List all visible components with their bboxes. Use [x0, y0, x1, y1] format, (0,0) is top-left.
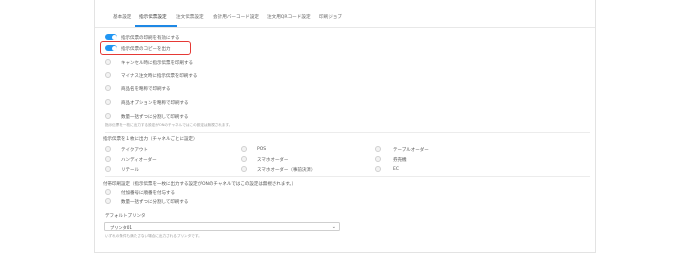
addon-section-heading: 付帯印刷設定（指示伝票を一枚に出力する設定がONのチャネルではこの設定は無視され… — [103, 181, 297, 187]
toggle-label-copy-output: 指示伝票のコピーを出力 — [121, 46, 171, 52]
channel-label-table-order: テーブルオーダー — [393, 147, 429, 153]
option-radio-abbrev-name[interactable] — [105, 85, 111, 91]
tab-order-qr[interactable]: 注文用QRコード設定 — [267, 14, 311, 20]
tab-order-slip[interactable]: 注文伝票設定 — [176, 14, 204, 20]
default-printer-select[interactable]: プリンタ01 ⌄ — [104, 222, 340, 231]
option-label-cancel: キャンセル時に指示伝票を印刷する — [121, 60, 193, 66]
tab-bar: 基本設定 指示伝票設定 注文伝票設定 会計用バーコード設定 注文用QRコード設定… — [95, 0, 595, 28]
active-tab-indicator — [135, 25, 177, 27]
option-label-abbrev-option: 商品オプションを略称で印刷する — [121, 100, 189, 106]
channel-label-takeout: テイクアウト — [121, 147, 148, 153]
channel-section-heading: 指示伝票を１枚に出力（チャネルごとに設定） — [103, 136, 198, 142]
divider — [105, 176, 590, 177]
tab-basic[interactable]: 基本設定 — [113, 14, 131, 20]
channel-label-pos: POS — [257, 146, 267, 152]
option-label-abbrev-name: 商品名を略称で印刷する — [121, 86, 171, 92]
option-radio-abbrev-option[interactable] — [105, 99, 111, 105]
channel-label-retail: リテール — [121, 167, 139, 173]
channel-label-smartphone-prepaid: スマホオーダー（事前決済） — [257, 167, 316, 173]
option-radio-cancel[interactable] — [105, 59, 111, 65]
channel-radio-takeout[interactable] — [105, 146, 111, 152]
tab-checkout-barcode[interactable]: 会計用バーコード設定 — [213, 14, 259, 20]
channel-radio-table-order[interactable] — [375, 146, 381, 152]
enable-slip-printing-toggle[interactable] — [105, 34, 117, 40]
option-note: 指示伝票を一枚に出力する設定がONのチャネルではこの設定は無視されます。 — [105, 122, 233, 127]
addon-label-sequence: 付加番号に順番を付与する — [121, 190, 175, 196]
option-radio-split-qty[interactable] — [105, 113, 111, 119]
channel-radio-smartphone-order[interactable] — [241, 156, 247, 162]
printer-help-text: いずれの条件も満たさない場合に出力されるプリンタです。 — [105, 233, 202, 238]
copy-output-toggle[interactable] — [105, 45, 117, 51]
option-label-minus: マイナス注文時に指示伝票を印刷する — [121, 73, 198, 79]
addon-radio-split-qty[interactable] — [105, 198, 111, 204]
channel-label-smartphone-order: スマホオーダー — [257, 157, 289, 163]
option-radio-minus[interactable] — [105, 72, 111, 78]
channel-radio-handy-order[interactable] — [105, 156, 111, 162]
channel-radio-retail[interactable] — [105, 166, 111, 172]
chevron-down-icon: ⌄ — [331, 223, 336, 230]
tab-print-jobs[interactable]: 印刷ジョブ — [319, 14, 342, 20]
channel-label-handy-order: ハンディオーダー — [121, 157, 157, 163]
channel-radio-ec[interactable] — [375, 166, 381, 172]
toggle-label-enable-printing: 指示伝票の印刷を有効にする — [121, 35, 180, 41]
tab-instruction-slip[interactable]: 指示伝票設定 — [139, 14, 167, 20]
default-printer-value: プリンタ01 — [110, 224, 133, 230]
channel-label-ticket-machine: 券売機 — [393, 157, 407, 163]
channel-radio-pos[interactable] — [241, 146, 247, 152]
addon-radio-sequence[interactable] — [105, 189, 111, 195]
option-label-split-qty: 数量一括ずつに分割して印刷する — [121, 114, 189, 120]
channel-label-ec: EC — [393, 166, 399, 172]
divider — [105, 132, 590, 133]
printer-label: デフォルトプリンタ — [105, 213, 146, 219]
channel-radio-ticket-machine[interactable] — [375, 156, 381, 162]
addon-label-split-qty: 数量一括ずつに分割して印刷する — [121, 199, 189, 205]
channel-radio-smartphone-prepaid[interactable] — [241, 166, 247, 172]
